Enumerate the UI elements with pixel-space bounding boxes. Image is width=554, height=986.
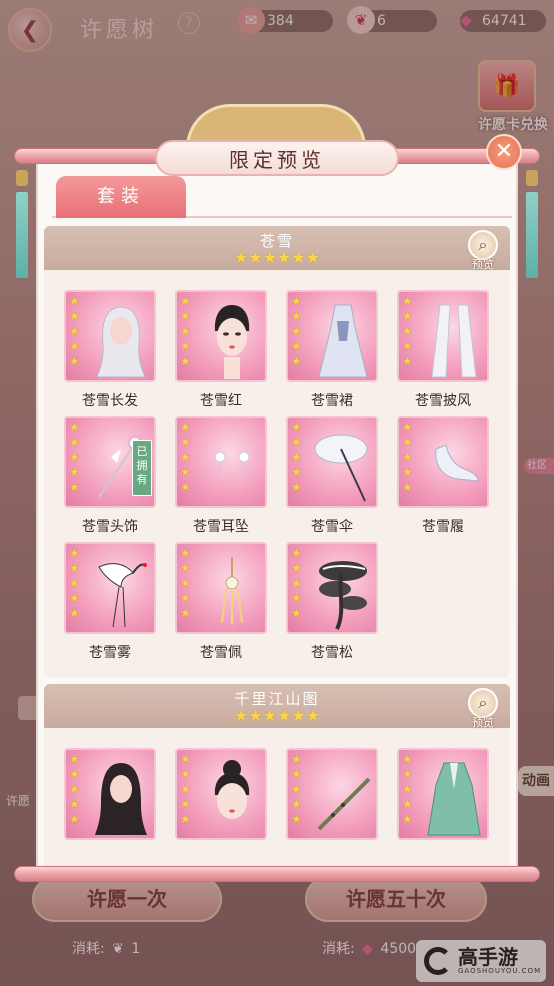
modal-title: 限定预览 <box>155 140 399 176</box>
owned-tag: 已拥有 <box>132 440 152 496</box>
shoes-image <box>421 426 487 506</box>
set-section: 千里江山图 ★★★★★★ ⌕ 预览 ★ ★ ★ ★ ★ ★ ★ ★ ★ ★ ★ ★ … <box>44 684 510 866</box>
robe-green-image <box>421 758 487 838</box>
item-card[interactable]: ★ ★ ★ ★ ★ <box>397 748 489 840</box>
item-card[interactable]: ★ ★ ★ ★ ★ <box>64 542 156 634</box>
set-header: 千里江山图 ★★★★★★ ⌕ 预览 <box>44 684 510 729</box>
item-cell[interactable]: ★ ★ ★ ★ ★ 苍雪佩 <box>169 532 269 661</box>
tassel-left <box>16 170 28 278</box>
umbrella-image <box>310 426 376 506</box>
close-button[interactable]: ✕ <box>486 134 522 170</box>
face-image <box>199 300 265 380</box>
set-section: 苍雪 ★★★★★★ ⌕ 预览 ★ ★ ★ ★ ★ 苍雪长发 ★ ★ ★ ★ ★ 苍雪红… <box>44 226 510 678</box>
item-card[interactable]: ★ ★ ★ ★ ★ <box>175 416 267 508</box>
preview-button[interactable]: ⌕ 预览 <box>464 688 502 729</box>
item-stars: ★ ★ ★ ★ ★ <box>291 752 302 826</box>
tab-outfit[interactable]: 套装 <box>56 176 186 218</box>
item-name: 苍雪松 <box>311 645 353 661</box>
item-cell[interactable]: ★ ★ ★ ★ ★ 苍雪长发 <box>58 280 158 409</box>
item-stars: ★ ★ ★ ★ ★ <box>180 420 191 494</box>
item-card[interactable]: ★ ★ ★ ★ ★ <box>175 542 267 634</box>
item-card[interactable]: ★ ★ ★ ★ ★ <box>64 748 156 840</box>
pendant-image <box>199 552 265 632</box>
item-stars: ★ ★ ★ ★ ★ <box>291 546 302 620</box>
item-name: 苍雪履 <box>422 519 464 535</box>
item-stars: ★ ★ ★ ★ ★ <box>180 294 191 368</box>
item-name: 苍雪雾 <box>89 645 131 661</box>
item-card[interactable]: ★ ★ ★ ★ ★ <box>286 290 378 382</box>
item-stars: ★ ★ ★ ★ ★ <box>69 546 80 620</box>
item-stars: ★ ★ ★ ★ ★ <box>69 294 80 368</box>
item-stars: ★ ★ ★ ★ ★ <box>402 294 413 368</box>
item-stars: ★ ★ ★ ★ ★ <box>69 420 80 494</box>
item-cell[interactable]: ★ ★ ★ ★ ★ 苍雪耳坠 <box>169 406 269 535</box>
item-stars: ★ ★ ★ ★ ★ <box>180 546 191 620</box>
item-card[interactable]: ★ ★ ★ ★ ★ 已拥有 <box>64 416 156 508</box>
item-cell[interactable]: ★ ★ ★ ★ ★ 苍雪裙 <box>280 280 380 409</box>
item-stars: ★ ★ ★ ★ ★ <box>291 420 302 494</box>
preview-button[interactable]: ⌕ 预览 <box>464 230 502 271</box>
flute-image <box>310 758 376 838</box>
close-icon: ✕ <box>494 139 514 164</box>
item-card[interactable]: ★ ★ ★ ★ ★ <box>286 416 378 508</box>
item-cell[interactable]: ★ ★ ★ ★ ★ 苍雪雾 <box>58 532 158 661</box>
item-stars: ★ ★ ★ ★ ★ <box>180 752 191 826</box>
item-cell[interactable]: ★ ★ ★ ★ ★ 苍雪伞 <box>280 406 380 535</box>
item-stars: ★ ★ ★ ★ ★ <box>69 752 80 826</box>
item-cell[interactable]: ★ ★ ★ ★ ★ <box>58 738 158 864</box>
item-cell[interactable]: ★ ★ ★ ★ ★ 已拥有 苍雪头饰 <box>58 406 158 535</box>
item-cell[interactable]: ★ ★ ★ ★ ★ <box>391 738 491 864</box>
item-card[interactable]: ★ ★ ★ ★ ★ <box>286 542 378 634</box>
item-cell[interactable]: ★ ★ ★ ★ ★ 苍雪红 <box>169 280 269 409</box>
item-cell[interactable]: ★ ★ ★ ★ ★ 苍雪履 <box>391 406 491 535</box>
item-stars: ★ ★ ★ ★ ★ <box>402 752 413 826</box>
set-stars: ★★★★★★ <box>233 706 321 725</box>
dress-image <box>310 300 376 380</box>
item-stars: ★ ★ ★ ★ ★ <box>291 294 302 368</box>
item-card[interactable]: ★ ★ ★ ★ ★ <box>175 290 267 382</box>
item-card[interactable]: ★ ★ ★ ★ ★ <box>64 290 156 382</box>
cape-image <box>421 300 487 380</box>
earrings-image <box>199 426 265 506</box>
set-stars: ★★★★★★ <box>233 248 321 267</box>
item-card[interactable]: ★ ★ ★ ★ ★ <box>397 416 489 508</box>
item-cell[interactable]: ★ ★ ★ ★ ★ 苍雪披风 <box>391 280 491 409</box>
hair-image <box>88 300 154 380</box>
scroll-rod-bottom <box>14 866 540 882</box>
hair-dark-image <box>88 758 154 838</box>
item-card[interactable]: ★ ★ ★ ★ ★ <box>286 748 378 840</box>
item-cell[interactable]: ★ ★ ★ ★ ★ 苍雪松 <box>280 532 380 661</box>
item-cell[interactable]: ★ ★ ★ ★ ★ <box>280 738 380 864</box>
item-cell[interactable]: ★ ★ ★ ★ ★ <box>169 738 269 864</box>
tassel-right <box>526 170 538 278</box>
item-card[interactable]: ★ ★ ★ ★ ★ <box>397 290 489 382</box>
tab-bar: 套装 <box>52 176 512 218</box>
item-card[interactable]: ★ ★ ★ ★ ★ <box>175 748 267 840</box>
set-list[interactable]: 苍雪 ★★★★★★ ⌕ 预览 ★ ★ ★ ★ ★ 苍雪长发 ★ ★ ★ ★ ★ 苍雪红… <box>40 220 514 866</box>
pine-image <box>310 552 376 632</box>
item-stars: ★ ★ ★ ★ ★ <box>402 420 413 494</box>
item-name: 苍雪佩 <box>200 645 242 661</box>
set-header: 苍雪 ★★★★★★ ⌕ 预览 <box>44 226 510 271</box>
face-bun-image <box>199 758 265 838</box>
crane-image <box>88 552 154 632</box>
